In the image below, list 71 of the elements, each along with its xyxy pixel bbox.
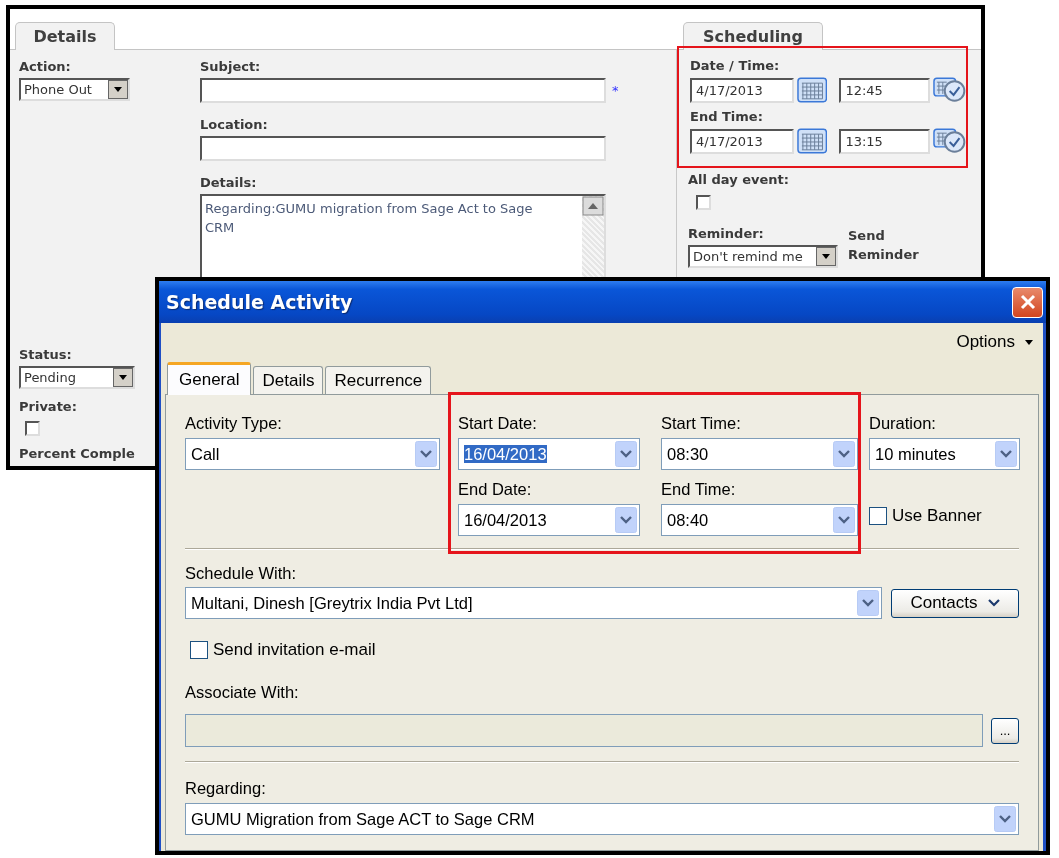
field-label: Percent Comple	[19, 446, 135, 462]
dropdown-field[interactable]: Phone Out	[19, 78, 130, 101]
date-input[interactable]: 4/17/2013	[690, 77, 794, 103]
required-mark: *	[612, 83, 619, 98]
dropdown-field[interactable]: 16/04/2013	[458, 438, 640, 470]
browse-button[interactable]: ...	[991, 717, 1019, 744]
field-label: End Time:	[690, 109, 763, 125]
field-label: End Time:	[661, 479, 736, 499]
field-label: Send Reminder	[848, 227, 920, 264]
chevron-down-icon[interactable]	[833, 507, 855, 533]
dropdown-field[interactable]: 08:30	[661, 438, 858, 470]
options-menu[interactable]: Options	[956, 332, 1033, 352]
field-label: Start Date:	[458, 413, 537, 433]
checkbox[interactable]	[190, 641, 208, 659]
field-label: Schedule With:	[185, 563, 296, 583]
chevron-down-icon	[987, 599, 1000, 607]
time-input[interactable]: 12:45	[839, 77, 930, 103]
checkbox-label: Use Banner	[892, 506, 982, 526]
calendar-icon[interactable]	[797, 128, 828, 154]
text-input[interactable]	[200, 78, 606, 103]
field-label: All day event:	[688, 172, 789, 188]
checkbox[interactable]	[25, 421, 40, 436]
dropdown-field[interactable]: 16/04/2013	[458, 504, 640, 536]
checkbox-label: Send invitation e-mail	[213, 640, 376, 660]
scroll-up-icon[interactable]	[582, 196, 604, 216]
chevron-down-icon[interactable]	[856, 590, 879, 616]
window-title: Schedule Activity	[166, 291, 353, 313]
field-label: Activity Type:	[185, 413, 282, 433]
clock-icon[interactable]	[932, 77, 966, 103]
field-label: Start Time:	[661, 413, 741, 433]
field-label: Duration:	[869, 413, 936, 433]
tab[interactable]: Details	[253, 366, 324, 395]
caret-icon	[1025, 339, 1033, 345]
field-label: Date / Time:	[690, 58, 780, 74]
field-label: Regarding:	[185, 778, 266, 798]
calendar-icon[interactable]	[797, 77, 828, 103]
field-label: Associate With:	[185, 682, 299, 702]
field-label: End Date:	[458, 479, 532, 499]
dropdown-field[interactable]: Pending	[19, 366, 135, 389]
time-input[interactable]: 13:15	[839, 128, 930, 154]
field-label: Private:	[19, 399, 77, 415]
chevron-down-icon[interactable]	[994, 806, 1016, 832]
chevron-down-icon[interactable]	[995, 441, 1017, 467]
chevron-down-icon[interactable]	[415, 441, 437, 467]
field-label: Location:	[200, 117, 268, 133]
dropdown-field[interactable]: GUMU Migration from Sage ACT to Sage CRM	[185, 803, 1019, 835]
tab[interactable]: Recurrence	[325, 366, 432, 395]
chevron-down-icon[interactable]	[833, 441, 855, 467]
dropdown-field[interactable]: Don't remind me	[688, 245, 838, 268]
close-button[interactable]	[1012, 286, 1043, 318]
chevron-down-icon[interactable]	[615, 507, 637, 533]
date-input[interactable]: 4/17/2013	[690, 128, 794, 154]
section-tab[interactable]: Details	[15, 22, 115, 50]
field-label: Reminder:	[688, 226, 764, 242]
clock-icon[interactable]	[932, 128, 966, 154]
tab[interactable]: General	[167, 362, 252, 395]
field-label: Details:	[200, 175, 257, 191]
checkbox[interactable]	[696, 195, 711, 210]
field-label: Status:	[19, 347, 72, 363]
contacts-button[interactable]: Contacts	[890, 588, 1019, 618]
chevron-down-icon[interactable]	[615, 441, 637, 467]
dropdown-field[interactable]: Multani, Dinesh [Greytrix India Pvt Ltd]	[185, 587, 882, 619]
dropdown-field[interactable]: Call	[185, 438, 440, 470]
checkbox[interactable]	[869, 507, 887, 525]
close-icon	[1018, 293, 1037, 311]
field-label: Action:	[19, 59, 71, 75]
field-label: Subject:	[200, 59, 261, 75]
text-input[interactable]	[200, 136, 606, 161]
dropdown-field[interactable]: 08:40	[661, 504, 858, 536]
section-tab[interactable]: Scheduling	[683, 22, 823, 50]
dropdown-field[interactable]: 10 minutes	[869, 438, 1020, 470]
